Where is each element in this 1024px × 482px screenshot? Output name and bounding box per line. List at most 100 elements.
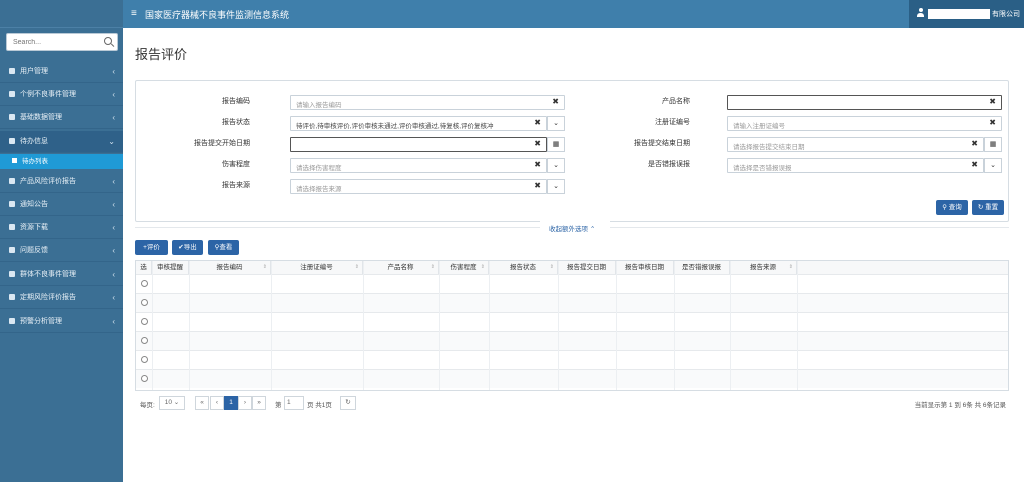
clear-icon[interactable]: ✖ bbox=[971, 139, 978, 148]
calendar-icon[interactable]: ▦ bbox=[984, 137, 1002, 152]
row-radio[interactable] bbox=[141, 299, 148, 306]
row-radio[interactable] bbox=[141, 280, 148, 287]
search-icon[interactable] bbox=[104, 37, 112, 45]
column-header-report-code[interactable]: 报告编码 ⇕ bbox=[189, 261, 271, 274]
book-icon bbox=[9, 294, 15, 300]
sidebar-item-label: 预警分析管理 bbox=[20, 318, 62, 325]
row-radio[interactable] bbox=[141, 337, 148, 344]
prev-page-button[interactable]: ‹ bbox=[210, 396, 224, 410]
export-label: 导出 bbox=[183, 244, 197, 251]
column-header-report-source[interactable]: 报告来源 ⇕ bbox=[730, 261, 797, 274]
book-icon bbox=[9, 318, 15, 324]
table-row[interactable] bbox=[136, 274, 1008, 293]
report-code-input[interactable]: 请输入报告编码 ✖ bbox=[290, 95, 565, 110]
sidebar-item-downloads[interactable]: 资源下载 ‹ bbox=[0, 217, 123, 239]
sidebar-item-label: 通知公告 bbox=[20, 201, 48, 208]
column-divider bbox=[271, 261, 272, 390]
submit-end-input[interactable]: 请选择报告提交结束日期 ✖ bbox=[727, 137, 984, 152]
first-page-button[interactable]: « bbox=[195, 396, 209, 410]
misreport-select[interactable]: 请选择是否错报误报 ✖ bbox=[727, 158, 984, 173]
clear-icon[interactable]: ✖ bbox=[552, 97, 559, 106]
column-header-harm-level[interactable]: 伤害程度 ⇕ bbox=[439, 261, 489, 274]
search-input[interactable] bbox=[13, 34, 101, 50]
page-1-button[interactable]: 1 bbox=[224, 396, 238, 410]
clear-icon[interactable]: ✖ bbox=[534, 118, 541, 127]
reset-button[interactable]: ↻ 重置 bbox=[972, 200, 1004, 215]
clear-icon[interactable]: ✖ bbox=[971, 160, 978, 169]
harm-level-select[interactable]: 请选择伤害程度 ✖ bbox=[290, 158, 547, 173]
table-row[interactable] bbox=[136, 293, 1008, 312]
sidebar-subitem-todo-list[interactable]: 待办列表 bbox=[0, 154, 123, 169]
sidebar-subitem-label: 待办列表 bbox=[22, 158, 48, 165]
clear-icon[interactable]: ✖ bbox=[534, 181, 541, 190]
column-header-product-name[interactable]: 产品名称 ⇕ bbox=[363, 261, 439, 274]
chevron-down-icon[interactable]: ⌄ bbox=[547, 116, 565, 131]
column-divider bbox=[489, 261, 490, 390]
column-header-misreport[interactable]: 是否错报误报 bbox=[674, 261, 730, 274]
column-header-review-reminder[interactable]: 审核提醒 bbox=[152, 261, 189, 274]
chevron-down-icon[interactable]: ⌄ bbox=[547, 158, 565, 173]
view-button[interactable]: ⚲查看 bbox=[208, 240, 239, 255]
clear-icon[interactable]: ✖ bbox=[534, 160, 541, 169]
sort-icon: ⇕ bbox=[480, 264, 485, 270]
refresh-icon[interactable]: ↻ bbox=[340, 396, 356, 410]
per-page-select[interactable]: 10 ⌄ bbox=[159, 396, 185, 410]
row-radio[interactable] bbox=[141, 375, 148, 382]
sidebar-item-product-risk[interactable]: 产品风险评价报告 ‹ bbox=[0, 171, 123, 193]
collapse-options-link[interactable]: 收起额外选项 ⌃ bbox=[549, 223, 595, 233]
submit-start-input[interactable]: ✖ bbox=[290, 137, 547, 152]
harm-level-label: 伤害程度 bbox=[222, 161, 250, 168]
per-page-value: 10 bbox=[164, 399, 172, 406]
chevron-down-icon[interactable]: ⌄ bbox=[547, 179, 565, 194]
export-button[interactable]: ✔导出 bbox=[172, 240, 203, 255]
chevron-down-icon[interactable]: ⌄ bbox=[984, 158, 1002, 173]
last-page-button[interactable]: » bbox=[252, 396, 266, 410]
table-row[interactable] bbox=[136, 350, 1008, 369]
report-source-select[interactable]: 请选择报告来源 ✖ bbox=[290, 179, 547, 194]
row-radio[interactable] bbox=[141, 318, 148, 325]
page-suffix: 页 共1页 bbox=[307, 402, 332, 409]
sidebar-item-feedback[interactable]: 问题反馈 ‹ bbox=[0, 240, 123, 262]
clear-icon[interactable]: ✖ bbox=[989, 97, 996, 106]
product-name-input[interactable]: ✖ bbox=[727, 95, 1002, 110]
calendar-icon[interactable]: ▦ bbox=[547, 137, 565, 152]
sidebar-item-todo[interactable]: 待办信息 ⌄ bbox=[0, 131, 123, 153]
report-status-select[interactable]: 待评价,待审核评价,评价审核未通过,评价审核通过,待复核,评价复核冲 ✖ bbox=[290, 116, 547, 131]
column-divider bbox=[189, 261, 190, 390]
menu-icon[interactable]: ≡ bbox=[131, 9, 137, 19]
user-menu[interactable]: 有限公司 bbox=[909, 0, 1024, 28]
table-row[interactable] bbox=[136, 331, 1008, 350]
sidebar-item-notice[interactable]: 通知公告 ‹ bbox=[0, 194, 123, 216]
clear-icon[interactable]: ✖ bbox=[534, 139, 541, 148]
column-divider bbox=[363, 261, 364, 390]
record-summary: 当前显示第 1 到 6条 共 6条记录 bbox=[914, 402, 1006, 409]
row-radio[interactable] bbox=[141, 356, 148, 363]
sidebar-item-warning-analysis[interactable]: 预警分析管理 ‹ bbox=[0, 311, 123, 333]
search-box[interactable] bbox=[6, 33, 118, 51]
table-row[interactable] bbox=[136, 369, 1008, 388]
chevron-left-icon: ‹ bbox=[112, 317, 115, 326]
chevron-left-icon: ‹ bbox=[112, 223, 115, 232]
column-header-reg-cert[interactable]: 注册证编号 ⇕ bbox=[271, 261, 363, 274]
pagination: 每页: 10 ⌄ « ‹ 1 › » 第 1 页 共1页 ↻ 当前显示第 1 到… bbox=[135, 396, 1009, 412]
column-header-submit-date[interactable]: 报告提交日期 bbox=[558, 261, 616, 274]
column-header-review-date[interactable]: 报告审核日期 bbox=[616, 261, 674, 274]
column-header-label: 报告提交日期 bbox=[567, 264, 606, 271]
reg-cert-input[interactable]: 请输入注册证编号 ✖ bbox=[727, 116, 1002, 131]
table-row[interactable] bbox=[136, 312, 1008, 331]
chevron-left-icon: ‹ bbox=[112, 67, 115, 76]
reg-cert-placeholder: 请输入注册证编号 bbox=[733, 123, 785, 130]
next-page-button[interactable]: › bbox=[238, 396, 252, 410]
column-header-report-status[interactable]: 报告状态 ⇕ bbox=[489, 261, 558, 274]
evaluate-button[interactable]: +评价 bbox=[135, 240, 168, 255]
sidebar-item-periodic-risk[interactable]: 定期风险评价报告 ‹ bbox=[0, 287, 123, 309]
sidebar-item-user-management[interactable]: 用户管理 ‹ bbox=[0, 61, 123, 83]
page-prefix: 第 bbox=[275, 402, 282, 409]
page-number-input[interactable]: 1 bbox=[284, 396, 304, 410]
sidebar-item-basic-data[interactable]: 基础数据管理 ‹ bbox=[0, 107, 123, 129]
sidebar-item-group-event[interactable]: 群体不良事件管理 ‹ bbox=[0, 264, 123, 286]
sidebar-item-adverse-event[interactable]: 个例不良事件管理 ‹ bbox=[0, 84, 123, 106]
clear-icon[interactable]: ✖ bbox=[989, 118, 996, 127]
reg-cert-label: 注册证编号 bbox=[655, 119, 690, 126]
query-button[interactable]: ⚲ 查询 bbox=[936, 200, 968, 215]
